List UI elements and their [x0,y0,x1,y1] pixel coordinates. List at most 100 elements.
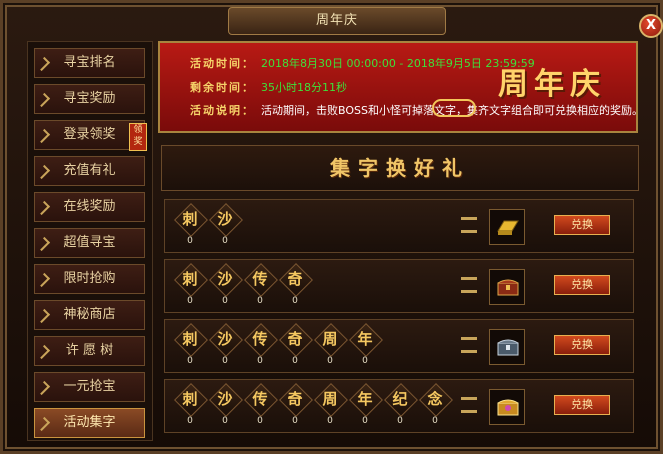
exchange-row: 刺 0 沙 0 传 0 奇 0 兑换 [164,259,634,313]
reward-slot[interactable] [489,329,525,365]
character-glyph: 纪 [392,390,408,408]
character-token: 沙0 [209,203,243,246]
character-glyph: 周 [322,330,338,348]
exchange-button[interactable]: 兑换 [554,395,610,415]
character-glyph: 周 [322,390,338,408]
sidebar: 寻宝排名 寻宝奖励 登录领奖 领奖 充值有礼 在线奖励 超值寻宝 限时抢购 神秘商店许 愿 树一… [27,41,153,441]
sidebar-item-label: 登录领奖 [63,127,116,142]
character-token: 沙0 [209,383,243,426]
character-count: 0 [257,296,263,306]
event-time-value: 2018年8月30日 00:00:00 - 2018年9月5日 23:59:59 [261,57,535,70]
sidebar-item[interactable]: 一元抢宝 [34,372,145,402]
equals-icon [461,277,477,293]
sidebar-item-label: 寻宝奖励 [63,91,116,106]
game-window: 周年庆 X 寻宝排名 寻宝奖励 登录领奖 领奖 充值有礼 在线奖励 超值寻宝 限时抢购 神秘商店… [0,0,663,454]
character-glyph: 年 [357,390,373,408]
equals-icon [461,397,477,413]
character-token: 传0 [244,263,278,306]
arrow-icon [35,92,51,108]
character-count: 0 [187,416,193,426]
character-token: 传0 [244,323,278,366]
remaining-time-row: 剩余时间： 35小时18分11秒 [190,79,347,95]
arrow-icon [35,344,51,360]
sidebar-item[interactable]: 许 愿 树 [34,336,145,366]
character-token: 奇0 [279,323,313,366]
reward-badge: 领奖 [129,123,147,151]
character-glyph: 沙 [217,330,233,348]
sidebar-item[interactable]: 充值有礼 [34,156,145,186]
event-desc-label: 活动说明： [190,104,255,117]
remaining-time-label: 剩余时间： [190,81,255,94]
character-token: 刺0 [174,263,208,306]
character-token: 年0 [349,383,383,426]
sidebar-item-label: 许 愿 树 [65,343,114,358]
character-glyph: 沙 [217,390,233,408]
character-glyph: 奇 [287,270,303,288]
arrow-icon [35,128,51,144]
character-count: 0 [222,236,228,246]
event-desc-row: 活动说明： 活动期间，击败BOSS和小怪可掉落文字，集齐文字组合即可兑换相应的奖励… [190,102,643,118]
golden-treasure-chest-icon [496,397,520,417]
gold-bar-icon [496,217,520,237]
character-token: 周0 [314,323,348,366]
sidebar-item-label: 一元抢宝 [63,379,116,394]
section-title: 集字换好礼 [161,145,639,191]
character-glyph: 传 [252,390,268,408]
character-token: 周0 [314,383,348,426]
arrow-icon [35,272,51,288]
character-count: 0 [257,356,263,366]
character-glyph: 传 [252,330,268,348]
sidebar-item[interactable]: 活动集字 [34,408,145,438]
character-count: 0 [187,296,193,306]
character-token: 传0 [244,383,278,426]
character-token: 刺0 [174,203,208,246]
exchange-button[interactable]: 兑换 [554,275,610,295]
character-count: 0 [222,296,228,306]
character-count: 0 [327,356,333,366]
reward-slot[interactable] [489,389,525,425]
sidebar-item-label: 寻宝排名 [63,55,116,70]
arrow-icon [35,200,51,216]
event-title: 周年庆 [498,67,606,102]
character-glyph: 刺 [182,330,198,348]
close-icon[interactable]: X [639,14,663,38]
sidebar-item[interactable]: 寻宝奖励 [34,84,145,114]
character-token: 沙0 [209,263,243,306]
event-banner: 活动时间： 2018年8月30日 00:00:00 - 2018年9月5日 23:… [158,41,643,133]
character-count: 0 [327,416,333,426]
arrow-icon [35,416,51,432]
sidebar-item-label: 在线奖励 [63,199,116,214]
character-token: 奇0 [279,383,313,426]
character-count: 0 [187,236,193,246]
sidebar-item-label: 神秘商店 [63,307,116,322]
window-title: 周年庆 [228,7,446,35]
sidebar-item[interactable]: 在线奖励 [34,192,145,222]
character-glyph: 沙 [217,270,233,288]
arrow-icon [35,56,51,72]
character-count: 0 [362,356,368,366]
character-token: 刺0 [174,323,208,366]
character-count: 0 [222,416,228,426]
exchange-row: 刺 0 沙 0 传 0 奇 0 周 0 年 0 兑换 [164,319,634,373]
sidebar-item[interactable]: 寻宝排名 [34,48,145,78]
exchange-button[interactable]: 兑换 [554,335,610,355]
reward-slot[interactable] [489,269,525,305]
sidebar-item[interactable]: 神秘商店 [34,300,145,330]
character-token: 奇0 [279,263,313,306]
character-count: 0 [292,416,298,426]
character-glyph: 刺 [182,390,198,408]
character-token: 沙0 [209,323,243,366]
sidebar-item-label: 限时抢购 [63,271,116,286]
arrow-icon [35,308,51,324]
exchange-row: 刺 0 沙 0 兑换 [164,199,634,253]
equals-icon [461,337,477,353]
arrow-icon [35,164,51,180]
reward-slot[interactable] [489,209,525,245]
exchange-button[interactable]: 兑换 [554,215,610,235]
red-treasure-chest-icon [496,277,520,297]
character-count: 0 [362,416,368,426]
sidebar-item[interactable]: 超值寻宝 [34,228,145,258]
sidebar-item[interactable]: 限时抢购 [34,264,145,294]
sidebar-item[interactable]: 登录领奖 领奖 [34,120,147,151]
character-count: 0 [222,356,228,366]
